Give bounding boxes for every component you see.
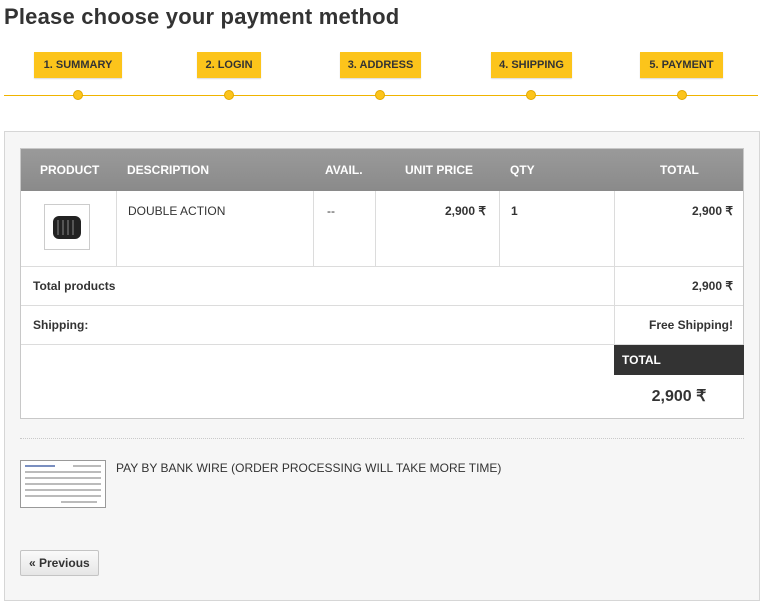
shipping-value: Free Shipping!	[649, 318, 733, 332]
header-qty: QTY	[510, 163, 535, 177]
page-title: Please choose your payment method	[4, 4, 400, 29]
step-shipping[interactable]: 4. SHIPPING	[491, 52, 572, 78]
previous-button[interactable]: « Previous	[20, 550, 99, 576]
col-divider	[375, 191, 376, 266]
item-availability: --	[327, 204, 335, 218]
grand-total-label: TOTAL	[614, 345, 744, 375]
cart-summary-table: PRODUCT DESCRIPTION AVAIL. UNIT PRICE QT…	[20, 148, 744, 419]
item-quantity: 1	[511, 204, 518, 218]
step-login[interactable]: 2. LOGIN	[197, 52, 261, 78]
header-avail: AVAIL.	[325, 163, 363, 177]
header-unit-price: UNIT PRICE	[405, 163, 474, 177]
header-product: PRODUCT	[40, 163, 100, 177]
col-divider	[499, 191, 500, 266]
header-total: TOTAL	[660, 163, 699, 177]
shipping-label: Shipping:	[33, 318, 89, 332]
checkout-steps: 1. SUMMARY 2. LOGIN 3. ADDRESS 4. SHIPPI…	[0, 52, 776, 104]
item-unit-price: 2,900 ₹	[445, 204, 486, 218]
col-divider	[116, 191, 117, 266]
item-description[interactable]: DOUBLE ACTION	[128, 204, 225, 218]
section-divider	[20, 438, 744, 439]
tire-icon	[53, 216, 81, 239]
item-total: 2,900 ₹	[692, 204, 733, 218]
step-payment: 5. PAYMENT	[640, 52, 723, 78]
step-login-dot	[224, 90, 234, 100]
step-address-dot	[375, 90, 385, 100]
bank-wire-icon[interactable]	[20, 460, 106, 508]
step-shipping-dot	[526, 90, 536, 100]
header-description: DESCRIPTION	[127, 163, 210, 177]
bank-wire-payment-option[interactable]: PAY BY BANK WIRE (ORDER PROCESSING WILL …	[116, 461, 501, 475]
grand-total-box: TOTAL 2,900 ₹	[614, 345, 744, 420]
cart-table-header: PRODUCT DESCRIPTION AVAIL. UNIT PRICE QT…	[21, 149, 743, 191]
product-image[interactable]	[44, 204, 90, 250]
step-payment-dot	[677, 90, 687, 100]
step-summary[interactable]: 1. SUMMARY	[34, 52, 122, 78]
step-summary-dot	[73, 90, 83, 100]
total-products-label: Total products	[33, 279, 116, 293]
row-divider	[21, 305, 743, 306]
total-products-value: 2,900 ₹	[692, 279, 733, 293]
grand-total-value: 2,900 ₹	[651, 388, 707, 405]
col-divider	[313, 191, 314, 266]
payment-panel: PRODUCT DESCRIPTION AVAIL. UNIT PRICE QT…	[4, 131, 760, 601]
step-address[interactable]: 3. ADDRESS	[340, 52, 421, 78]
row-divider	[21, 266, 743, 267]
